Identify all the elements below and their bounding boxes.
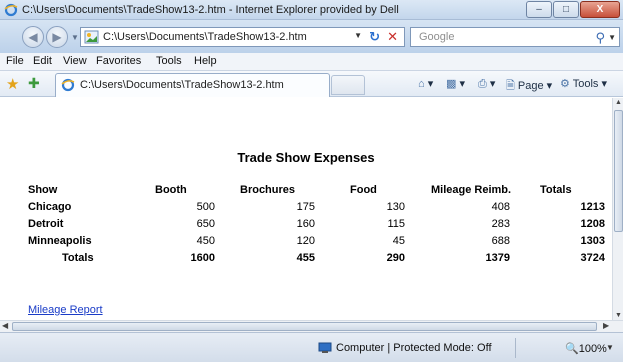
zoom-icon: 🔍 — [565, 343, 579, 355]
booth-value: 500 — [196, 201, 215, 213]
brochures-value: 120 — [296, 235, 315, 247]
menu-help[interactable]: Help — [194, 55, 217, 67]
food-total: 290 — [386, 252, 405, 264]
command-bar: ★ ✚ C:\Users\Documents\TradeShow13-2.htm… — [0, 71, 623, 97]
page-favicon-icon — [84, 30, 99, 44]
status-divider — [515, 338, 516, 358]
mileage-value: 408 — [491, 201, 510, 213]
search-placeholder: Google — [419, 31, 455, 43]
menu-tools[interactable]: Tools — [156, 55, 182, 67]
zoom-value: 100% — [578, 343, 607, 355]
gear-icon: ⚙ — [560, 78, 570, 90]
menu-favorites[interactable]: Favorites — [96, 55, 141, 67]
mileage-report-link[interactable]: Mileage Report — [28, 304, 103, 316]
table-row: Chicago 500 175 130 408 1213 — [0, 201, 612, 217]
add-favorites-icon[interactable]: ✚ — [28, 75, 40, 92]
tab-label: C:\Users\Documents\TradeShow13-2.htm — [80, 79, 284, 91]
zoom-dropdown-icon[interactable]: ▼ — [606, 343, 614, 352]
new-tab-button[interactable] — [331, 75, 365, 95]
food-value: 45 — [392, 235, 405, 247]
scroll-down-icon[interactable]: ▼ — [615, 312, 622, 319]
menu-file[interactable]: File — [6, 55, 24, 67]
minimize-button[interactable]: – — [526, 1, 552, 18]
show-name: Chicago — [28, 201, 72, 213]
menu-edit[interactable]: Edit — [33, 55, 52, 67]
menu-bar: File Edit View Favorites Tools Help — [0, 53, 623, 71]
home-icon[interactable]: ⌂ ▾ — [418, 77, 433, 90]
page-icon: 🗎 — [506, 80, 515, 92]
horizontal-scrollbar[interactable]: ◀ ▶ — [0, 320, 623, 332]
header-brochures: Brochures — [240, 184, 296, 196]
booth-value: 650 — [196, 218, 215, 230]
vertical-scrollbar[interactable]: ▲ ▼ — [612, 98, 623, 320]
vertical-scroll-thumb[interactable] — [614, 110, 623, 232]
address-bar[interactable]: C:\Users\Documents\TradeShow13-2.htm ▼ ↻… — [80, 27, 405, 47]
computer-zone-icon — [318, 342, 332, 353]
header-food: Food — [350, 184, 377, 196]
brochures-value: 160 — [296, 218, 315, 230]
maximize-button[interactable]: □ — [553, 1, 579, 18]
search-options-dropdown-icon[interactable]: ▼ — [608, 33, 616, 42]
print-icon[interactable]: ⎙ ▾ — [478, 77, 495, 91]
show-name: Detroit — [28, 218, 64, 230]
food-value: 130 — [386, 201, 405, 213]
internet-explorer-icon — [4, 3, 18, 17]
brochures-total: 455 — [296, 252, 315, 264]
zoom-level[interactable]: 🔍100% — [565, 342, 607, 355]
window-title: C:\Users\Documents\TradeShow13-2.htm - I… — [22, 4, 399, 16]
report-title: Trade Show Expenses — [237, 150, 375, 165]
row-total: 1208 — [580, 218, 605, 230]
header-totals: Totals — [540, 184, 572, 196]
forward-button[interactable]: ▶ — [46, 26, 68, 48]
mileage-value: 283 — [491, 218, 510, 230]
booth-total: 1600 — [190, 252, 215, 264]
navigation-bar: ◀ ▶ ▼ C:\Users\Documents\TradeShow13-2.h… — [0, 20, 623, 53]
header-show: Show — [28, 184, 58, 196]
header-mileage: Mileage Reimb. — [431, 184, 512, 196]
security-zone[interactable]: Computer | Protected Mode: Off — [336, 342, 492, 354]
booth-value: 450 — [196, 235, 215, 247]
scroll-right-icon[interactable]: ▶ — [603, 321, 609, 330]
search-icon[interactable]: ⚲ — [595, 30, 605, 46]
tab-current-page[interactable]: C:\Users\Documents\TradeShow13-2.htm — [55, 73, 330, 97]
table-header-row: Show Booth Brochures Food Mileage Reimb.… — [0, 184, 612, 200]
address-dropdown-icon[interactable]: ▼ — [354, 31, 362, 40]
status-bar: Computer | Protected Mode: Off 🔍100% ▼ — [0, 332, 623, 362]
refresh-icon[interactable]: ↻ — [369, 29, 380, 45]
show-name: Minneapolis — [28, 235, 92, 247]
horizontal-scroll-thumb[interactable] — [12, 322, 597, 331]
scroll-up-icon[interactable]: ▲ — [615, 99, 622, 106]
search-input[interactable]: Google ⚲ ▼ — [410, 27, 620, 47]
food-value: 115 — [387, 218, 405, 230]
table-row: Minneapolis 450 120 45 688 1303 — [0, 235, 612, 251]
row-total: 1303 — [580, 235, 605, 247]
totals-row: Totals 1600 455 290 1379 3724 — [0, 252, 612, 268]
page-menu-button[interactable]: 🗎 Page ▾ — [506, 77, 552, 96]
brochures-value: 175 — [296, 201, 315, 213]
close-window-button[interactable]: X — [580, 1, 620, 18]
table-row: Detroit 650 160 115 283 1208 — [0, 218, 612, 234]
tab-favicon-icon — [61, 78, 75, 92]
scroll-left-icon[interactable]: ◀ — [2, 321, 8, 330]
stop-icon[interactable]: ✕ — [387, 29, 398, 45]
totals-label: Totals — [62, 252, 94, 264]
window-title-bar[interactable]: C:\Users\Documents\TradeShow13-2.htm - I… — [0, 0, 623, 20]
feeds-icon[interactable]: ▩ ▾ — [446, 77, 465, 90]
page-menu-label: Page — [517, 80, 544, 92]
menu-view[interactable]: View — [63, 55, 87, 67]
header-booth: Booth — [155, 184, 187, 196]
address-url: C:\Users\Documents\TradeShow13-2.htm — [103, 31, 307, 43]
row-total: 1213 — [580, 201, 605, 213]
mileage-value: 688 — [491, 235, 510, 247]
page-content: Trade Show Expenses Show Booth Brochures… — [0, 98, 612, 320]
forward-arrow-icon: ▶ — [52, 30, 62, 44]
back-button[interactable]: ◀ — [22, 26, 44, 48]
tools-menu-button[interactable]: ⚙ Tools ▾ — [560, 77, 607, 90]
tools-menu-label: Tools — [572, 78, 599, 90]
grand-total: 3724 — [580, 252, 605, 264]
mileage-total: 1379 — [485, 252, 510, 264]
back-arrow-icon: ◀ — [28, 30, 38, 44]
recent-pages-dropdown-icon[interactable]: ▼ — [71, 33, 79, 42]
favorites-star-icon[interactable]: ★ — [6, 75, 19, 93]
